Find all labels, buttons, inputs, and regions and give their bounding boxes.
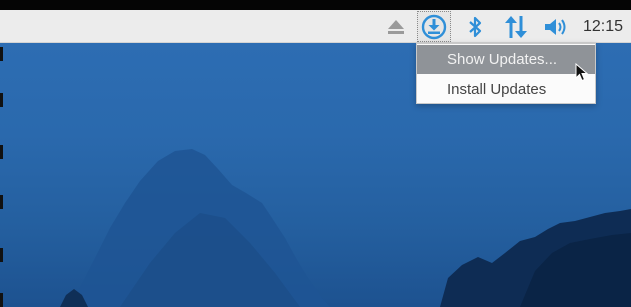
menu-item-install-updates[interactable]: Install Updates (417, 75, 595, 104)
bluetooth-icon[interactable] (463, 10, 487, 43)
screen-left-edge-dashes (0, 47, 3, 307)
network-transfer-icon[interactable] (499, 10, 533, 43)
software-updates-icon[interactable] (417, 11, 451, 42)
taskbar: 12:15 (0, 10, 631, 43)
clock[interactable]: 12:15 (578, 10, 628, 43)
volume-icon[interactable] (540, 10, 572, 43)
mouse-pointer-icon (575, 63, 589, 82)
menu-item-show-updates[interactable]: Show Updates... (417, 45, 595, 74)
updates-context-menu: Show Updates... Install Updates (416, 43, 596, 104)
eject-icon[interactable] (384, 10, 408, 43)
screen-top-edge (0, 0, 631, 10)
